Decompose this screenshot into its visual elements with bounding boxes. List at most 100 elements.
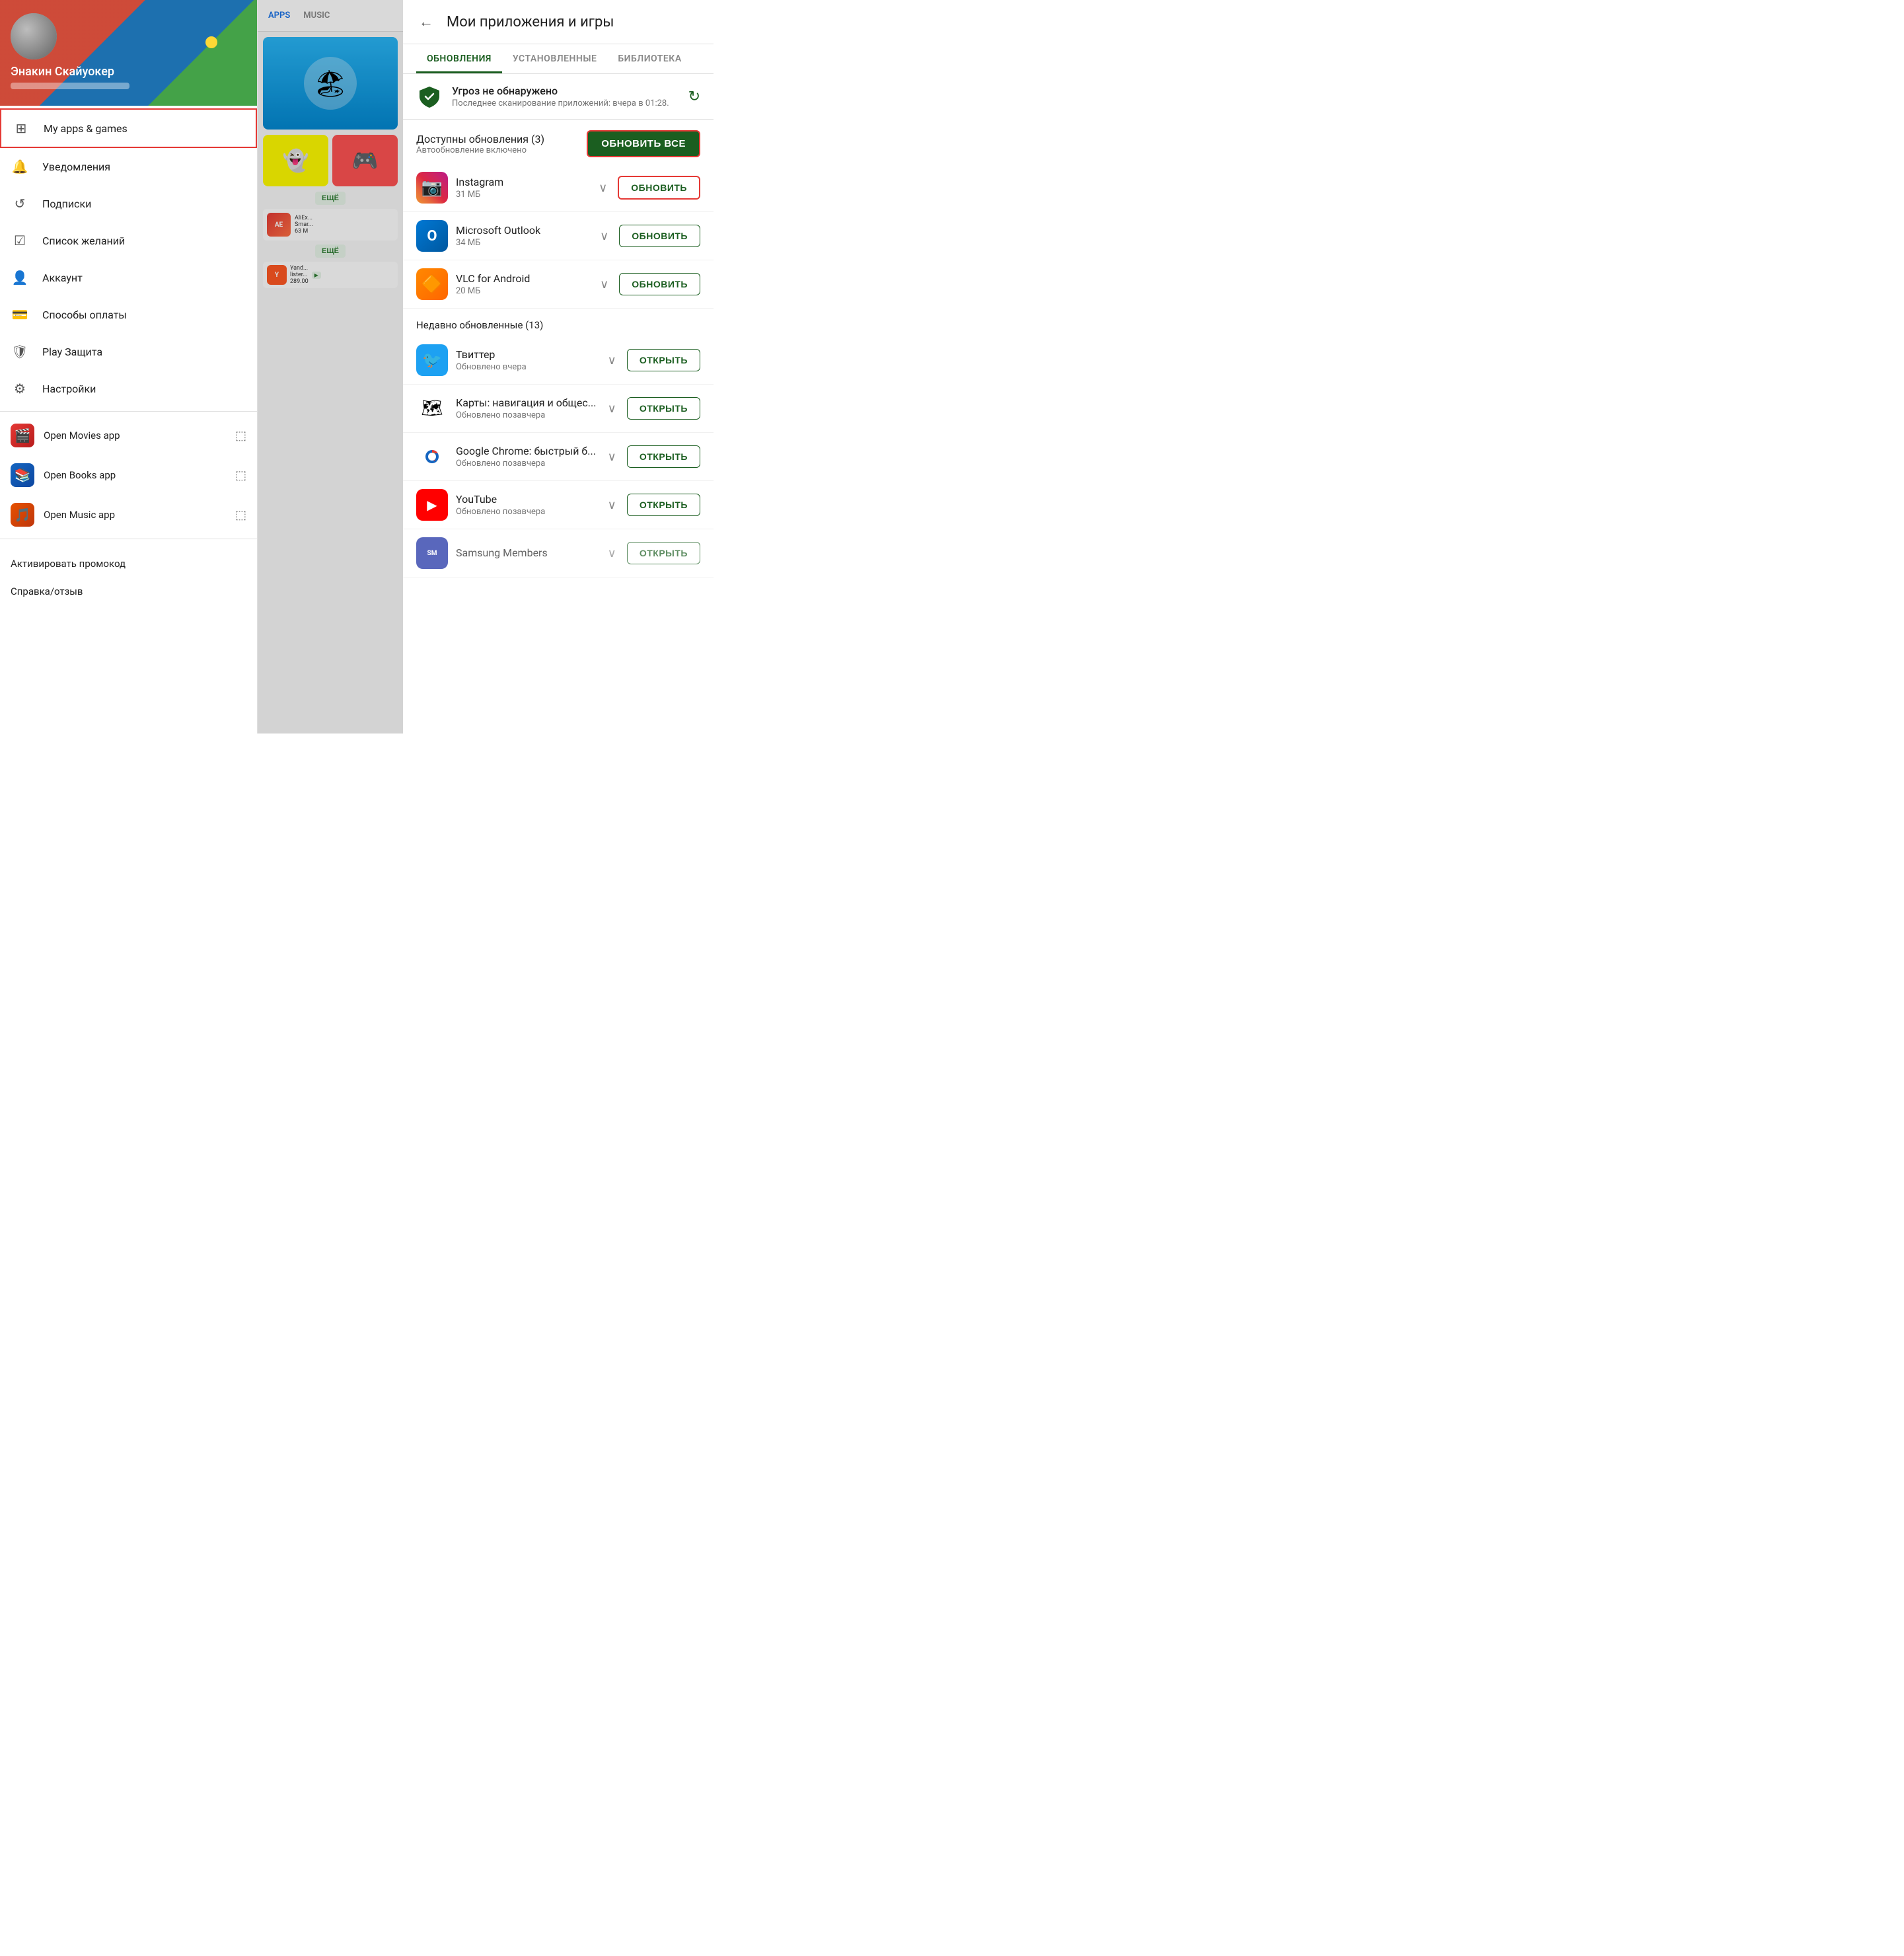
twitter-open-button[interactable]: ОТКРЫТЬ [627, 349, 700, 371]
tab-installed[interactable]: УСТАНОВЛЕННЫЕ [502, 44, 608, 73]
store-content: 🏖 👻 🎮 ЕЩЁ AE AliEx... Smar... 63 M ЕЩЁ Y [258, 32, 403, 296]
sidebar-item-play-protect[interactable]: 🛡 Play Защита [0, 333, 257, 370]
person-icon: 👤 [11, 268, 29, 287]
maps-open-button[interactable]: ОТКРЫТЬ [627, 397, 700, 420]
esche-button-2[interactable]: ЕЩЁ [315, 244, 346, 258]
avatar [11, 13, 57, 59]
music-tab: MUSIC [299, 8, 334, 23]
youtube-open-button[interactable]: ОТКРЫТЬ [627, 494, 700, 516]
payment-label: Способы оплаты [42, 309, 127, 321]
yand-subtitle: lister... [290, 272, 309, 278]
recently-updated-title: Недавно обновленные (13) [403, 309, 714, 336]
samsung-chevron-icon[interactable]: ∨ [605, 544, 619, 563]
update-all-button[interactable]: ОБНОВИТЬ ВСЕ [587, 130, 700, 157]
sidebar-item-notifications[interactable]: 🔔 Уведомления [0, 148, 257, 185]
twitter-subtitle: Обновлено вчера [456, 362, 597, 372]
twitter-name: Твиттер [456, 348, 597, 361]
sidebar-item-books-app[interactable]: 📚 Open Books app ⬚ [0, 455, 257, 495]
nav-divider-1 [0, 411, 257, 412]
profile-email-blur [11, 83, 129, 89]
youtube-name: YouTube [456, 493, 597, 506]
esche-button[interactable]: ЕЩЁ [315, 192, 346, 205]
youtube-info: YouTube Обновлено позавчера [456, 493, 597, 517]
right-panel: ← Мои приложения и игры ОБНОВЛЕНИЯ УСТАН… [403, 0, 714, 734]
check-icon: ☑ [11, 231, 29, 250]
samsung-name: Samsung Members [456, 546, 597, 559]
samsung-icon: SM [416, 537, 448, 569]
back-button[interactable]: ← [416, 11, 436, 33]
app-update-row-maps: 🗺 Карты: навигация и общес... Обновлено … [403, 385, 714, 433]
store-banner: 🏖 [263, 37, 398, 130]
sidebar-item-wishlist[interactable]: ☑ Список желаний [0, 222, 257, 259]
chrome-icon [416, 441, 448, 472]
maps-subtitle: Обновлено позавчера [456, 410, 597, 420]
movies-app-arrow-icon: ⬚ [235, 429, 246, 443]
promo-code-item[interactable]: Активировать промокод [11, 550, 246, 578]
twitter-info: Твиттер Обновлено вчера [456, 348, 597, 372]
movies-app-icon: 🎬 [11, 424, 34, 447]
store-grid: 👻 🎮 [263, 135, 398, 186]
sidebar-item-movies-app[interactable]: 🎬 Open Movies app ⬚ [0, 416, 257, 455]
security-subtitle: Последнее сканирование приложений: вчера… [452, 98, 679, 108]
youtube-icon: ▶ [416, 489, 448, 521]
chrome-subtitle: Обновлено позавчера [456, 459, 597, 469]
gear-icon: ⚙ [11, 379, 29, 398]
twitter-icon: 🐦 [416, 344, 448, 376]
maps-icon: 🗺 [416, 393, 448, 424]
samsung-info: Samsung Members [456, 546, 597, 560]
tab-library[interactable]: БИБЛИОТЕКА [607, 44, 692, 73]
red-grid-item: 🎮 [332, 135, 398, 186]
youtube-subtitle: Обновлено позавчера [456, 507, 597, 517]
app-update-row-vlc: 🔶 VLC for Android 20 МБ ∨ ОБНОВИТЬ [403, 260, 714, 309]
help-feedback-item[interactable]: Справка/отзыв [11, 578, 246, 605]
sidebar-item-account[interactable]: 👤 Аккаунт [0, 259, 257, 296]
security-row: Угроз не обнаружено Последнее сканирован… [403, 74, 714, 120]
maps-chevron-icon[interactable]: ∨ [605, 399, 619, 418]
instagram-name: Instagram [456, 176, 588, 188]
instagram-update-button[interactable]: ОБНОВИТЬ [618, 176, 700, 200]
grid-icon: ⊞ [12, 119, 30, 137]
outlook-update-button[interactable]: ОБНОВИТЬ [619, 225, 700, 247]
outlook-info: Microsoft Outlook 34 МБ [456, 224, 589, 248]
instagram-size: 31 МБ [456, 190, 588, 200]
vlc-name: VLC for Android [456, 272, 589, 285]
samsung-open-button[interactable]: ОТКРЫТЬ [627, 542, 700, 564]
sidebar-item-settings[interactable]: ⚙ Настройки [0, 370, 257, 407]
settings-label: Настройки [42, 383, 96, 395]
twitter-chevron-icon[interactable]: ∨ [605, 351, 619, 370]
yellow-dot-decoration [205, 36, 217, 48]
updates-info: Доступны обновления (3) Автообновление в… [416, 133, 587, 155]
chrome-open-button[interactable]: ОТКРЫТЬ [627, 445, 700, 468]
youtube-chevron-icon[interactable]: ∨ [605, 496, 619, 515]
books-app-label: Open Books app [44, 469, 235, 481]
vlc-info: VLC for Android 20 МБ [456, 272, 589, 296]
vlc-update-button[interactable]: ОБНОВИТЬ [619, 273, 700, 295]
nav-bottom: Активировать промокод Справка/отзыв [0, 543, 257, 612]
wishlist-label: Список желаний [42, 235, 125, 247]
vlc-chevron-icon[interactable]: ∨ [597, 275, 611, 294]
sidebar-item-my-apps[interactable]: ⊞ My apps & games [0, 108, 257, 148]
app-update-row-youtube: ▶ YouTube Обновлено позавчера ∨ ОТКРЫТЬ [403, 481, 714, 529]
yand-info: Yand... lister... 289.00 [290, 265, 309, 285]
app-update-row-twitter: 🐦 Твиттер Обновлено вчера ∨ ОТКРЫТЬ [403, 336, 714, 385]
instagram-info: Instagram 31 МБ [456, 176, 588, 200]
instagram-chevron-icon[interactable]: ∨ [596, 178, 610, 198]
profile-section: Энакин Скайуокер [0, 0, 257, 106]
chrome-chevron-icon[interactable]: ∨ [605, 447, 619, 467]
sidebar-item-payment[interactable]: 💳 Способы оплаты [0, 296, 257, 333]
sidebar-item-subscriptions[interactable]: ↺ Подписки [0, 185, 257, 222]
bell-icon: 🔔 [11, 157, 29, 176]
maps-name: Карты: навигация и общес... [456, 396, 597, 409]
refresh-button[interactable]: ↻ [688, 89, 700, 105]
store-header: APPS MUSIC [258, 0, 403, 32]
nav-list: ⊞ My apps & games 🔔 Уведомления ↺ Подпис… [0, 106, 257, 734]
updates-header: Доступны обновления (3) Автообновление в… [403, 120, 714, 164]
outlook-icon: O [416, 220, 448, 252]
outlook-chevron-icon[interactable]: ∨ [597, 227, 611, 246]
security-text: Угроз не обнаружено Последнее сканирован… [452, 85, 679, 108]
tab-updates[interactable]: ОБНОВЛЕНИЯ [416, 44, 502, 73]
sidebar-item-music-app[interactable]: 🎵 Open Music app ⬚ [0, 495, 257, 535]
tab-bar: ОБНОВЛЕНИЯ УСТАНОВЛЕННЫЕ БИБЛИОТЕКА [403, 44, 714, 74]
yand-name: Yand... [290, 265, 309, 272]
right-content: Угроз не обнаружено Последнее сканирован… [403, 74, 714, 734]
